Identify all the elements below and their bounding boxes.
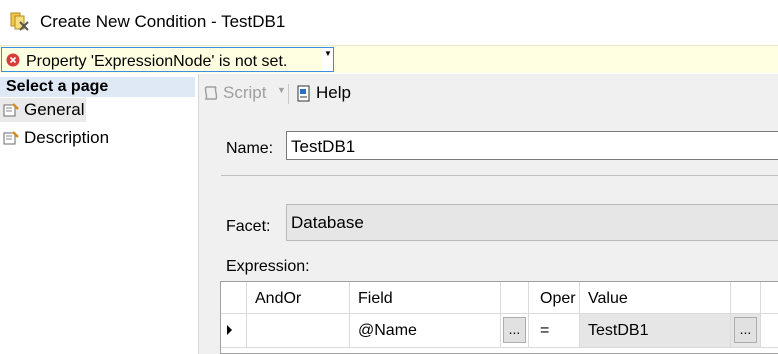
column-header-value-button: [731, 282, 761, 314]
error-message: Property 'ExpressionNode' is not set.: [26, 53, 288, 70]
row-header-corner: [221, 282, 247, 314]
cell-filler: [761, 314, 778, 348]
content-pane: Script ▼ Help Name: TestDB1 Facet: Datab…: [199, 74, 778, 354]
error-message-box[interactable]: Property 'ExpressionNode' is not set.: [1, 47, 324, 72]
page-item-general[interactable]: General: [0, 98, 86, 122]
page-wrench-icon: [3, 131, 19, 145]
title-bar: Create New Condition - TestDB1: [0, 0, 778, 45]
name-input[interactable]: TestDB1: [286, 131, 778, 160]
page-item-description[interactable]: Description: [0, 126, 140, 150]
cell-value[interactable]: TestDB1: [580, 314, 731, 348]
page-wrench-icon: [3, 103, 19, 117]
column-header-filler: [761, 282, 778, 314]
expression-label: Expression:: [226, 258, 310, 275]
cell-andor[interactable]: [247, 314, 350, 348]
select-page-header: Select a page: [0, 77, 195, 97]
column-header-oper[interactable]: Oper: [529, 282, 580, 314]
chevron-down-icon: ▼: [324, 49, 332, 58]
row-selector[interactable]: [221, 314, 247, 348]
cell-value-button: ...: [731, 314, 761, 348]
facet-value: Database: [291, 213, 364, 232]
field-ellipsis-button[interactable]: ...: [503, 317, 526, 343]
page-item-label: Description: [24, 128, 110, 147]
expression-grid: AndOr Field Oper Value @Name ... = TestD…: [220, 281, 778, 354]
condition-icon: [10, 12, 29, 31]
section-divider: [221, 175, 778, 176]
value-ellipsis-button[interactable]: ...: [734, 317, 757, 343]
facet-label: Facet:: [226, 218, 271, 235]
error-icon: [6, 53, 20, 67]
page-item-label: General: [24, 100, 85, 119]
column-header-field-button: [501, 282, 529, 314]
page-selector-pane: Select a page General Description: [0, 74, 199, 354]
window-title: Create New Condition - TestDB1: [40, 12, 286, 31]
name-label: Name:: [226, 140, 274, 157]
column-header-andor[interactable]: AndOr: [247, 282, 350, 314]
cell-field[interactable]: @Name: [350, 314, 501, 348]
row-pointer-icon: [227, 325, 232, 335]
cell-oper[interactable]: =: [529, 314, 580, 348]
cell-field-button: ...: [501, 314, 529, 348]
condition-form: Name: TestDB1 Facet: Database Expression…: [199, 74, 778, 354]
error-dropdown-button[interactable]: ▼: [322, 47, 334, 72]
select-page-label: Select a page: [6, 78, 109, 95]
error-banner: Property 'ExpressionNode' is not set. ▼: [0, 45, 778, 73]
facet-field: Database: [286, 204, 778, 241]
column-header-field[interactable]: Field: [350, 282, 501, 314]
column-header-value[interactable]: Value: [580, 282, 731, 314]
name-input-value: TestDB1: [291, 137, 356, 156]
